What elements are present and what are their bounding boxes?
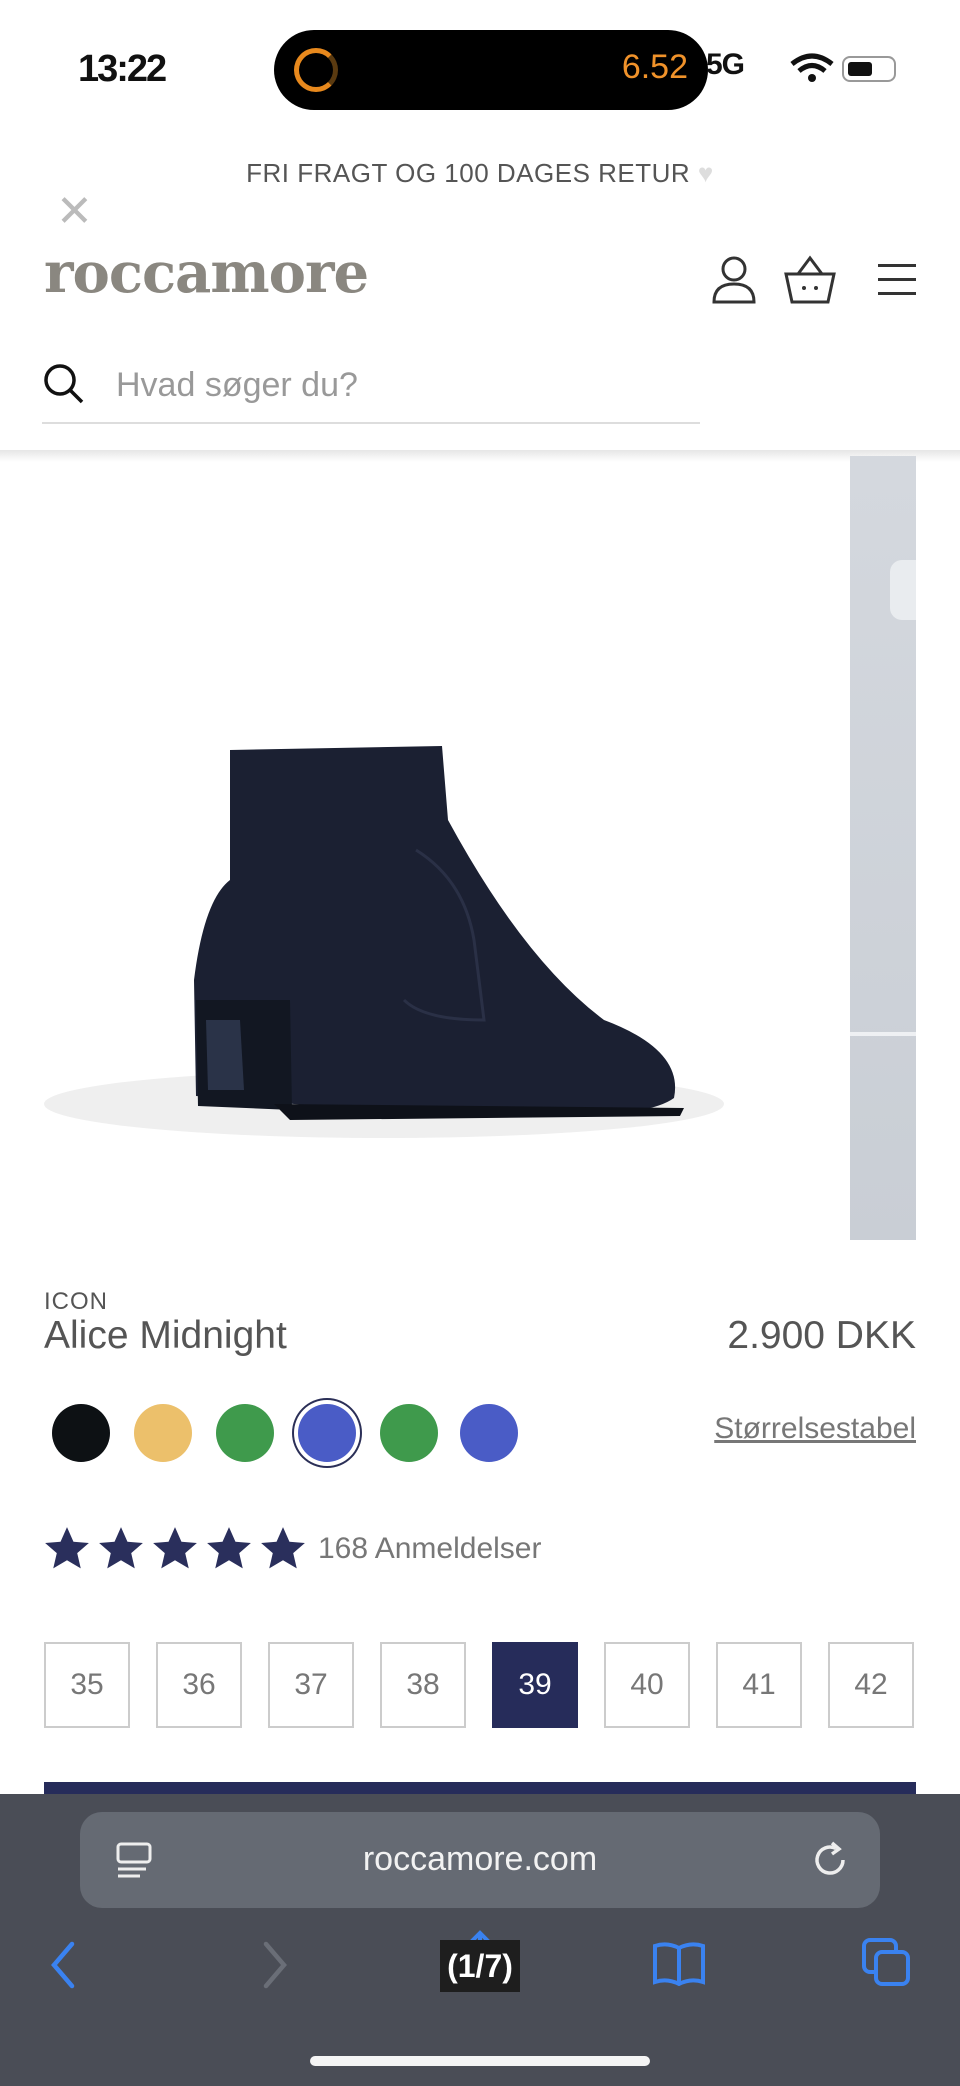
reload-icon[interactable] — [810, 1840, 850, 1880]
url-text: roccamore.com — [362, 1840, 598, 1878]
boot-image — [44, 746, 724, 1138]
color-swatch-blue-2[interactable] — [460, 1404, 518, 1462]
star-icon — [261, 1527, 305, 1569]
forward-icon[interactable] — [258, 1940, 292, 1990]
star-icon — [45, 1527, 89, 1569]
wifi-icon — [790, 53, 834, 82]
size-option-37[interactable]: 37 — [268, 1642, 354, 1728]
color-swatch-yellow[interactable] — [134, 1404, 192, 1462]
menu-icon[interactable] — [870, 252, 926, 308]
search-bar — [42, 352, 700, 424]
close-icon[interactable]: ✕ — [56, 190, 93, 234]
search-icon[interactable] — [42, 362, 86, 406]
next-image-shelf — [850, 1032, 916, 1036]
search-input[interactable] — [114, 358, 678, 412]
home-indicator[interactable] — [310, 2056, 650, 2066]
tabs-icon[interactable] — [860, 1936, 912, 1988]
network-label: 5G — [706, 48, 745, 81]
status-time: 13:22 — [78, 48, 167, 90]
star-icon — [99, 1527, 143, 1569]
product-image[interactable] — [44, 460, 834, 1230]
tab-counter: (1/7) — [440, 1940, 520, 1992]
size-option-36[interactable]: 36 — [156, 1642, 242, 1728]
reviews-link[interactable]: 168 Anmeldelser — [318, 1532, 541, 1566]
bookmarks-icon[interactable] — [652, 1940, 706, 1986]
promo-text: FRI FRAGT OG 100 DAGES RETUR — [246, 158, 691, 188]
size-option-40[interactable]: 40 — [604, 1642, 690, 1728]
promo-banner: FRI FRAGT OG 100 DAGES RETUR ♥ — [0, 158, 960, 189]
color-swatch-blue-selected[interactable] — [298, 1404, 356, 1462]
size-guide-link[interactable]: Størrelsestabel — [714, 1412, 916, 1446]
timer-ring-icon — [294, 48, 338, 92]
star-icon — [207, 1527, 251, 1569]
back-icon[interactable] — [46, 1940, 80, 1990]
site-logo[interactable]: roccamore — [44, 240, 369, 306]
color-swatch-black[interactable] — [52, 1404, 110, 1462]
battery-icon — [842, 56, 896, 82]
size-option-41[interactable]: 41 — [716, 1642, 802, 1728]
size-option-38[interactable]: 38 — [380, 1642, 466, 1728]
star-icon — [153, 1527, 197, 1569]
product-name: Alice Midnight — [44, 1314, 287, 1357]
dynamic-island: 6.52 — [274, 30, 708, 110]
island-timer: 6.52 — [621, 48, 688, 86]
size-option-35[interactable]: 35 — [44, 1642, 130, 1728]
basket-icon[interactable] — [782, 252, 838, 308]
product-price: 2.900 DKK — [727, 1314, 916, 1357]
color-swatch-green-2[interactable] — [380, 1404, 438, 1462]
account-icon[interactable] — [706, 252, 762, 308]
address-bar[interactable]: roccamore.com — [80, 1812, 880, 1908]
size-option-42[interactable]: 42 — [828, 1642, 914, 1728]
product-brand: ICON — [44, 1288, 108, 1315]
next-image-detail — [890, 560, 916, 620]
heart-icon: ♥ — [697, 158, 714, 188]
color-swatch-green[interactable] — [216, 1404, 274, 1462]
size-option-39-selected[interactable]: 39 — [492, 1642, 578, 1728]
rating-stars — [42, 1524, 308, 1574]
